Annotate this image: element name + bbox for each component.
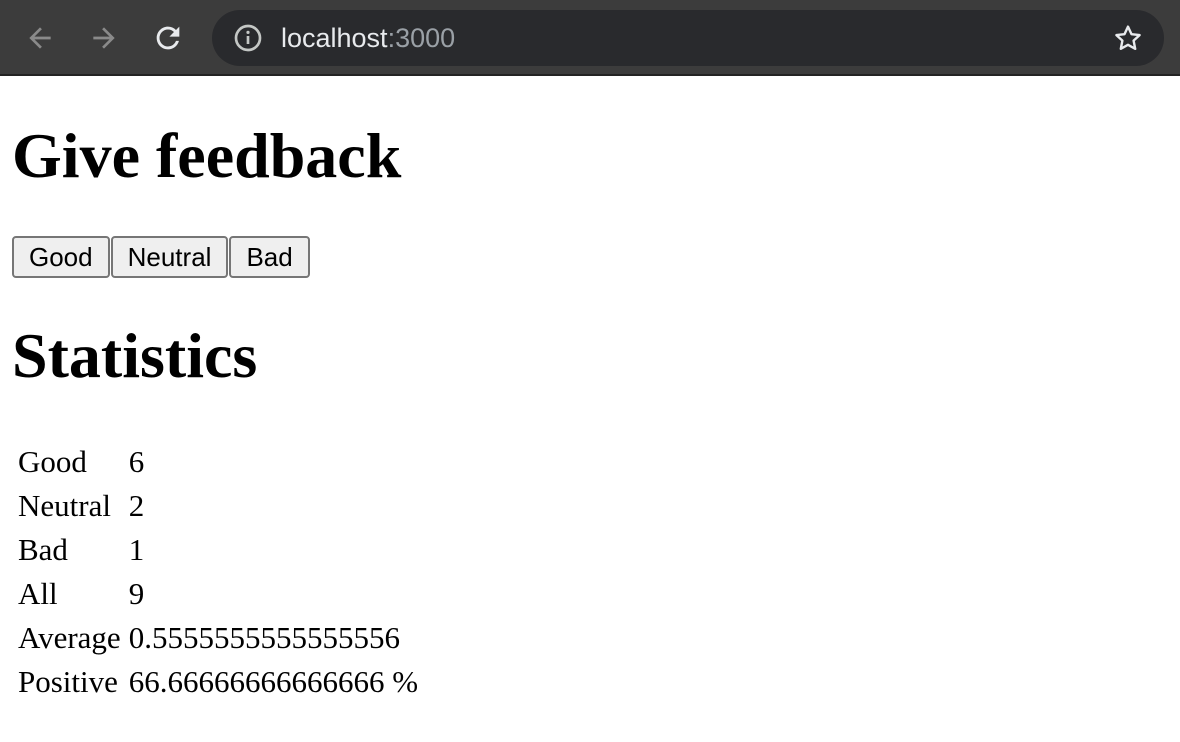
address-bar[interactable]: localhost:3000 [212,10,1164,66]
feedback-buttons: Good Neutral Bad [12,236,311,278]
stat-label: Positive [18,664,118,699]
browser-toolbar: localhost:3000 [0,0,1180,76]
stat-label: Neutral [18,488,111,523]
stat-value: 2 [128,488,145,523]
url-text[interactable]: localhost:3000 [281,22,455,54]
info-icon[interactable] [232,22,264,54]
page-content: Give feedback Good Neutral Bad Statistic… [0,78,1180,742]
stat-value: 6 [128,444,145,479]
stat-row-average: Average 0.5555555555555556 [18,616,418,660]
stat-label: Good [18,444,87,479]
stat-value: 1 [128,532,145,567]
stat-value: 9 [128,576,145,611]
stat-label: All [18,576,58,611]
statistics-table: Good 6 Neutral 2 Bad 1 All 9 Average 0.5… [14,440,422,704]
back-button[interactable] [20,18,60,58]
stat-label: Bad [18,532,68,567]
good-button[interactable]: Good [12,236,110,278]
give-feedback-heading: Give feedback [12,120,402,191]
reload-button[interactable] [148,18,188,58]
url-host: localhost [281,23,388,53]
star-icon[interactable] [1112,22,1144,54]
stat-row-bad: Bad 1 [18,528,418,572]
bad-button[interactable]: Bad [229,236,310,278]
stat-row-neutral: Neutral 2 [18,484,418,528]
reload-icon [156,26,180,50]
stat-row-positive: Positive 66.66666666666666 % [18,660,418,704]
stat-value: 66.66666666666666 % [128,664,419,699]
neutral-button[interactable]: Neutral [110,236,229,278]
stat-value: 0.5555555555555556 [128,620,400,655]
stat-row-good: Good 6 [18,440,418,484]
forward-button[interactable] [84,18,124,58]
statistics-heading: Statistics [12,320,258,391]
url-port: :3000 [387,23,456,53]
stat-row-all: All 9 [18,572,418,616]
forward-arrow-icon [93,27,115,49]
stat-label: Average [18,620,121,655]
back-arrow-icon [29,27,51,49]
